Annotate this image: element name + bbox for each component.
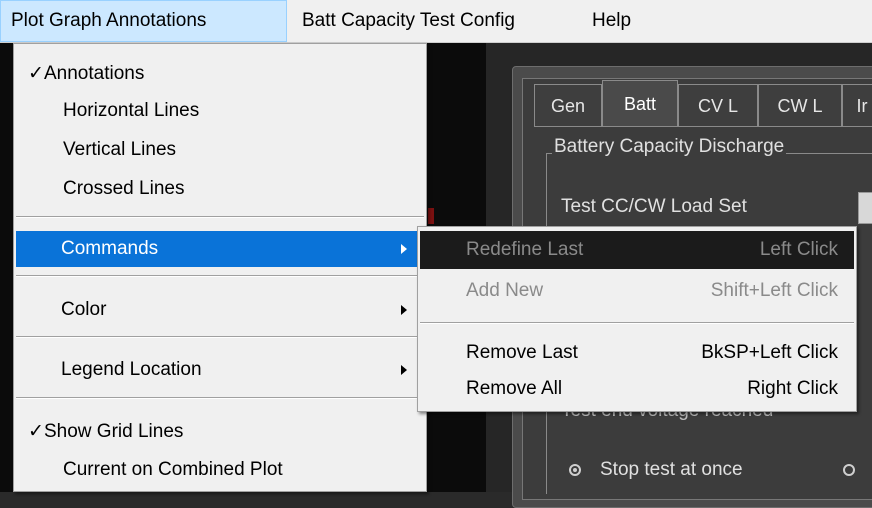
submenu-item-remove-last[interactable]: Remove Last BkSP+Left Click (420, 334, 854, 372)
commands-submenu: Redefine Last Left Click Add New Shift+L… (417, 226, 857, 412)
menu-help[interactable]: Help (582, 0, 641, 42)
menu-separator (16, 275, 424, 277)
menu-item-commands[interactable]: Commands (16, 231, 424, 267)
menu-item-vertical-lines[interactable]: Vertical Lines (16, 132, 424, 168)
menu-item-label: Color (61, 299, 107, 320)
submenu-item-shortcut: Shift+Left Click (710, 280, 838, 301)
checkmark-icon: ✓ (28, 63, 44, 84)
menu-item-label: Annotations (44, 63, 145, 84)
submenu-item-add-new[interactable]: Add New Shift+Left Click (420, 272, 854, 310)
stop-test-label: Stop test at once (600, 459, 743, 480)
group-title: Battery Capacity Discharge (552, 136, 787, 158)
submenu-arrow-icon (401, 365, 407, 375)
load-set-label: Test CC/CW Load Set (561, 196, 747, 217)
menu-item-label: Current on Combined Plot (63, 459, 283, 480)
menu-item-color[interactable]: Color (16, 292, 424, 328)
menu-item-label: Show Grid Lines (44, 421, 184, 442)
tab-ir[interactable]: Ir (842, 84, 872, 126)
tab-cv-l[interactable]: CV L (678, 84, 758, 126)
menu-plot-graph-annotations[interactable]: Plot Graph Annotations (0, 0, 287, 42)
menu-item-legend-location[interactable]: Legend Location (16, 352, 424, 388)
submenu-item-label: Add New (466, 280, 544, 301)
tab-batt[interactable]: Batt (602, 80, 678, 126)
menu-item-label: Horizontal Lines (63, 100, 200, 121)
submenu-item-shortcut: Left Click (759, 239, 838, 260)
submenu-item-label: Remove Last (466, 342, 578, 363)
menu-item-label: Crossed Lines (63, 178, 185, 199)
load-set-field[interactable] (858, 192, 872, 224)
checkmark-icon: ✓ (28, 421, 44, 442)
menu-item-show-grid-lines[interactable]: ✓ Show Grid Lines (16, 414, 424, 450)
submenu-item-label: Remove All (466, 378, 563, 399)
alt-radio[interactable] (843, 464, 855, 476)
menu-item-crossed-lines[interactable]: Crossed Lines (16, 171, 424, 207)
menu-batt-capacity-test-config[interactable]: Batt Capacity Test Config (292, 0, 525, 42)
menu-separator (16, 336, 424, 338)
menu-separator (16, 397, 424, 399)
tab-baseline (534, 126, 872, 127)
menu-item-label: Vertical Lines (63, 139, 177, 160)
plot-marker (428, 208, 434, 224)
submenu-arrow-icon (401, 244, 407, 254)
stop-test-radio[interactable] (569, 464, 581, 476)
menu-separator (420, 322, 854, 324)
tab-gen[interactable]: Gen (534, 84, 602, 126)
submenu-item-remove-all[interactable]: Remove All Right Click (420, 370, 854, 408)
menu-item-current-on-combined-plot[interactable]: Current on Combined Plot (16, 452, 424, 488)
submenu-item-shortcut: Right Click (747, 378, 838, 399)
menu-item-label: Legend Location (61, 359, 202, 380)
submenu-arrow-icon (401, 305, 407, 315)
menu-item-annotations[interactable]: ✓ Annotations (16, 56, 424, 92)
tab-cw-l[interactable]: CW L (758, 84, 842, 126)
menu-item-label: Commands (61, 238, 159, 259)
menu-bar: Plot Graph Annotations Batt Capacity Tes… (0, 0, 872, 43)
submenu-item-label: Redefine Last (466, 239, 584, 260)
submenu-item-shortcut: BkSP+Left Click (701, 342, 838, 363)
menu-separator (16, 216, 424, 218)
submenu-item-redefine-last[interactable]: Redefine Last Left Click (420, 231, 854, 269)
annotations-dropdown: ✓ Annotations Horizontal Lines Vertical … (13, 43, 427, 492)
menu-item-horizontal-lines[interactable]: Horizontal Lines (16, 93, 424, 129)
